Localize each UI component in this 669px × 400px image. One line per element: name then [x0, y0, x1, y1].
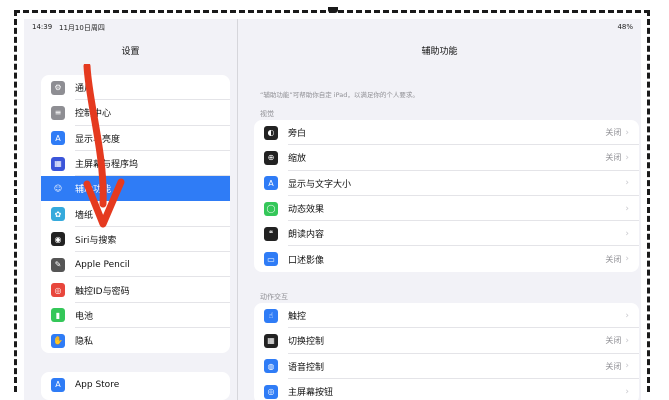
row-label: 语音控制: [288, 362, 325, 373]
sidebar-item-5[interactable]: ✿ 墙纸: [41, 201, 230, 227]
switches-icon: ≡: [51, 105, 65, 120]
sidebar-group-store: A App Store: [41, 372, 230, 400]
row-label: 显示与文字大小: [288, 179, 352, 190]
section-interaction-header: 动作交互: [260, 293, 288, 301]
chevron-right-icon: ›: [625, 335, 629, 346]
chevron-right-icon: ›: [625, 386, 629, 397]
settings-row-3[interactable]: ◯ 动态效果 ›: [254, 196, 639, 222]
sidebar-item-8[interactable]: ◎ 触控ID与密码: [41, 277, 230, 303]
row-value: 关闭: [605, 153, 622, 163]
flower-icon: ✿: [51, 207, 65, 222]
interaction-group: ☝ 触控 › ▦ 切换控制 关闭 › ◍ 语音控制 关闭 › ◎ 主屏幕按钮 ›: [254, 303, 639, 400]
grid-icon: ▦: [51, 156, 65, 171]
touch-icon: ☝: [264, 308, 278, 323]
text-size-icon: A: [264, 176, 278, 191]
sidebar-item-0[interactable]: ⚙ 通用: [41, 75, 230, 101]
row-value: 关闭: [605, 361, 622, 371]
sidebar-group-main: ⚙ 通用 ≡ 控制中心 A 显示与亮度 ▦ 主屏幕与程序坞 ☺ 辅助功能 ✿ 墙纸 ◉ Siri与搜索 ✎ A…: [41, 75, 230, 353]
voice-control-icon: ◍: [264, 359, 278, 374]
status-battery: 48%: [617, 23, 633, 31]
row-label: 隐私: [75, 337, 94, 348]
sidebar-item-2[interactable]: A 显示与亮度: [41, 126, 230, 151]
status-time: 14:39: [32, 23, 53, 31]
sidebar-title: 设置: [121, 47, 140, 57]
row-label: Siri与搜索: [75, 235, 117, 246]
settings-row-1[interactable]: ⊕ 缩放 关闭 ›: [254, 145, 639, 171]
switch-control-icon: ▦: [264, 333, 278, 348]
row-label: App Store: [75, 379, 120, 390]
battery-icon: ▮: [51, 308, 65, 323]
row-value: 关闭: [605, 336, 622, 346]
appstore-icon: A: [51, 377, 65, 392]
siri-icon: ◉: [51, 232, 65, 247]
voiceover-icon: ◐: [264, 125, 278, 140]
row-value: 关闭: [605, 128, 622, 138]
sidebar-item-3[interactable]: ▦ 主屏幕与程序坞: [41, 151, 230, 177]
detail-description: “辅助功能”可帮助你自定 iPad，以满足你的个人要求。: [260, 91, 419, 99]
row-label: 缩放: [288, 154, 307, 165]
settings-row-5[interactable]: ▭ 口述影像 关闭 ›: [254, 246, 639, 271]
status-date: 11月10日周四: [59, 24, 105, 32]
sidebar-item-6[interactable]: ◉ Siri与搜索: [41, 227, 230, 253]
row-label: 朗读内容: [288, 230, 325, 241]
row-label: Apple Pencil: [75, 259, 130, 270]
settings-row-3[interactable]: ◎ 主屏幕按钮 ›: [254, 379, 639, 400]
fingerprint-icon: ◎: [51, 283, 65, 298]
chevron-right-icon: ›: [625, 228, 629, 239]
sidebar-item-1[interactable]: ≡ 控制中心: [41, 100, 230, 126]
section-vision-header: 视觉: [260, 110, 274, 118]
row-label: 切换控制: [288, 337, 325, 348]
text-size-icon: A: [51, 131, 65, 146]
settings-row-0[interactable]: ☝ 触控 ›: [254, 303, 639, 329]
hand-icon: ✋: [51, 333, 65, 348]
settings-row-4[interactable]: ❝ 朗读内容 ›: [254, 221, 639, 247]
gear-icon: ⚙: [51, 80, 65, 95]
row-label: 口述影像: [288, 255, 325, 266]
row-label: 触控: [288, 312, 307, 323]
chevron-right-icon: ›: [625, 254, 629, 265]
sidebar-item-9[interactable]: ▮ 电池: [41, 303, 230, 328]
pencil-icon: ✎: [51, 257, 65, 272]
row-label: 主屏幕按钮: [288, 388, 334, 399]
chevron-right-icon: ›: [625, 127, 629, 138]
chevron-right-icon: ›: [625, 310, 629, 321]
row-value: 关闭: [605, 254, 622, 264]
row-label: 动态效果: [288, 205, 325, 216]
detail-pane: 48% 辅助功能 “辅助功能”可帮助你自定 iPad，以满足你的个人要求。 视觉…: [238, 19, 641, 400]
sidebar-item-7[interactable]: ✎ Apple Pencil: [41, 252, 230, 278]
accessibility-icon: ☺: [51, 181, 65, 196]
chevron-right-icon: ›: [625, 361, 629, 372]
chevron-right-icon: ›: [625, 152, 629, 163]
detail-title: 辅助功能: [421, 47, 458, 57]
row-label: 旁白: [288, 129, 307, 140]
home-button-icon: ◎: [264, 384, 278, 399]
red-arrow-annotation: [83, 64, 125, 228]
motion-icon: ◯: [264, 201, 278, 216]
settings-row-0[interactable]: ◐ 旁白 关闭 ›: [254, 120, 639, 146]
speech-icon: ❝: [264, 226, 278, 241]
audio-description-icon: ▭: [264, 252, 278, 267]
settings-row-1[interactable]: ▦ 切换控制 关闭 ›: [254, 328, 639, 354]
chevron-right-icon: ›: [625, 203, 629, 214]
sidebar-item-4[interactable]: ☺ 辅助功能: [41, 176, 230, 202]
row-label: 触控ID与密码: [75, 286, 130, 297]
chevron-right-icon: ›: [625, 178, 629, 189]
vision-group: ◐ 旁白 关闭 › ⊕ 缩放 关闭 › A 显示与文字大小 › ◯ 动态效果 › ❝ 朗读内容 › ▭ 口述影像 关闭…: [254, 120, 639, 272]
settings-row-2[interactable]: A 显示与文字大小 ›: [254, 171, 639, 196]
settings-row-2[interactable]: ◍ 语音控制 关闭 ›: [254, 354, 639, 379]
zoom-icon: ⊕: [264, 150, 278, 165]
frame-notch: [328, 7, 338, 13]
sidebar-item-0[interactable]: A App Store: [41, 372, 230, 397]
sidebar-item-10[interactable]: ✋ 隐私: [41, 328, 230, 353]
row-label: 电池: [75, 311, 94, 322]
